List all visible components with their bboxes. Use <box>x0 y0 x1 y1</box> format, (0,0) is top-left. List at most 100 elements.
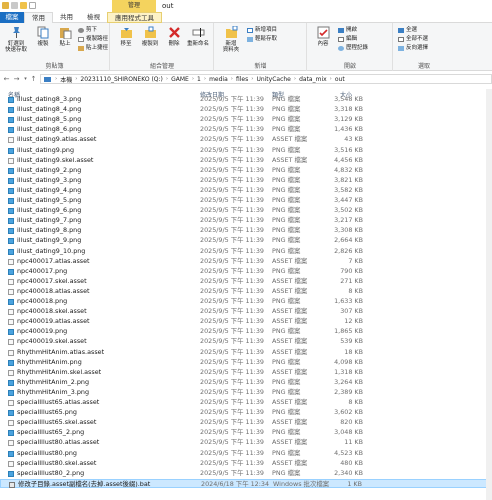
file-row[interactable]: illust_dating9_9.png 2025/9/5 下午 11:39 PNG… <box>0 236 492 245</box>
file-row[interactable]: npc400019.skel.asset 2025/9/5 下午 11:39 ASS… <box>0 337 492 346</box>
file-row[interactable]: specialIllust80.png 2025/9/5 下午 11:39 PNG … <box>0 449 492 458</box>
delete-button[interactable]: 刪除 <box>161 26 187 47</box>
file-row[interactable]: illust_dating9.atlas.asset 2025/9/5 下午 11… <box>0 135 492 144</box>
file-row[interactable]: illust_dating9_5.png 2025/9/5 下午 11:39 PNG… <box>0 196 492 205</box>
tab-view[interactable]: 檢視 <box>80 12 107 23</box>
up-arrow-icon[interactable]: ↑ <box>29 74 38 84</box>
file-size: 3,602 KB <box>334 408 363 417</box>
file-row[interactable]: specialIllust80.skel.asset 2025/9/5 下午 11… <box>0 459 492 468</box>
breadcrumb-this-pc[interactable]: 本機 <box>58 75 74 84</box>
move-to-button[interactable]: 移至 <box>113 26 139 47</box>
file-row[interactable]: illust_dating9_3.png 2025/9/5 下午 11:39 PNG… <box>0 176 492 185</box>
pin-quick-access-button[interactable]: 釘選到 快速存取 <box>2 26 30 53</box>
breadcrumb-out[interactable]: out <box>333 76 347 83</box>
copy-to-button[interactable]: 複製到 <box>137 26 163 47</box>
breadcrumb-game[interactable]: GAME <box>169 76 191 83</box>
file-date: 2025/9/5 下午 11:39 <box>200 297 264 305</box>
file-type: ASSET 檔案 <box>272 155 308 164</box>
tab-file[interactable]: 檔案 <box>0 12 24 23</box>
properties-button[interactable]: 內容 <box>310 26 336 47</box>
file-date: 2025/9/5 下午 11:39 <box>200 155 264 164</box>
file-row[interactable]: npc400019.png 2025/9/5 下午 11:39 PNG 檔案 1,86… <box>0 327 492 336</box>
file-size: 4,456 KB <box>334 155 363 164</box>
file-row[interactable]: RhythmHitAnim_2.png 2025/9/5 下午 11:39 PNG … <box>0 378 492 387</box>
file-row[interactable]: RhythmHitAnim.skel.asset 2025/9/5 下午 11:3… <box>0 368 492 377</box>
properties-quick-icon[interactable] <box>11 2 18 9</box>
quick-access-icon[interactable] <box>2 2 9 9</box>
select-none-button[interactable]: 全部不選 <box>398 36 428 43</box>
new-item-button[interactable]: 新增項目 <box>247 27 277 34</box>
copy-path-button[interactable]: 複製路徑 <box>78 36 108 43</box>
file-size: 8 KB <box>348 286 363 295</box>
open-button[interactable]: 開啟 <box>338 27 357 34</box>
select-all-button[interactable]: 全選 <box>398 27 417 34</box>
dropdown-quick-icon[interactable] <box>29 2 36 9</box>
file-name: illust_dating8_6.png <box>17 125 82 134</box>
file-type: PNG 檔案 <box>272 226 301 235</box>
file-row[interactable]: illust_dating8_3.png 2025/9/5 下午 11:39 PNG… <box>0 95 492 104</box>
pin-icon <box>10 26 23 39</box>
file-row[interactable]: npc400017.atlas.asset 2025/9/5 下午 11:39 AS… <box>0 257 492 266</box>
back-arrow-icon[interactable]: ← <box>2 74 11 84</box>
folder-quick-icon[interactable] <box>20 2 27 9</box>
file-date: 2025/9/5 下午 11:39 <box>200 165 264 174</box>
paste-shortcut-button[interactable]: 貼上捷徑 <box>78 45 108 52</box>
context-tab-manage[interactable]: 管理 <box>112 0 156 12</box>
ribbon-tabs: 檔案 常用 共用 檢視 應用程式工具 <box>0 12 492 24</box>
file-row[interactable]: illust_dating9.skel.asset 2025/9/5 下午 11:… <box>0 156 492 165</box>
properties-check-icon <box>317 26 330 39</box>
easy-access-button[interactable]: 輕鬆存取 <box>247 36 277 43</box>
file-row[interactable]: npc400017.skel.asset 2025/9/5 下午 11:39 ASS… <box>0 277 492 286</box>
cut-button[interactable]: 剪下 <box>78 27 97 34</box>
quick-access-toolbar <box>2 2 36 9</box>
file-row[interactable]: RhythmHitAnim_3.png 2025/9/5 下午 11:39 PNG … <box>0 388 492 397</box>
file-row[interactable]: RhythmHitAnim.png 2025/9/5 下午 11:39 PNG 檔案… <box>0 358 492 367</box>
forward-arrow-icon[interactable]: → <box>12 74 21 84</box>
breadcrumb-drive[interactable]: 20231110_SHIRONEKO (Q:) <box>78 76 164 83</box>
file-row[interactable]: illust_dating8_5.png 2025/9/5 下午 11:39 PNG… <box>0 115 492 124</box>
vertical-scrollbar[interactable] <box>486 89 492 500</box>
file-row[interactable]: specialIllust65.atlas.asset 2025/9/5 下午 1… <box>0 398 492 407</box>
open-icon <box>338 28 344 33</box>
file-row[interactable]: npc400018.png 2025/9/5 下午 11:39 PNG 檔案 1,63… <box>0 297 492 306</box>
file-row[interactable]: npc400019.atlas.asset 2025/9/5 下午 11:39 AS… <box>0 317 492 326</box>
file-name: npc400017.skel.asset <box>17 276 87 285</box>
edit-button[interactable]: 編輯 <box>338 36 357 43</box>
breadcrumb-media[interactable]: media <box>207 76 230 83</box>
new-folder-button[interactable]: 新增 資料夾 <box>218 25 244 53</box>
file-row[interactable]: illust_dating8_6.png 2025/9/5 下午 11:39 PNG… <box>0 125 492 134</box>
rename-label: 重新命名 <box>186 41 209 47</box>
tab-application-tools[interactable]: 應用程式工具 <box>107 12 162 23</box>
address-bar[interactable]: › 本機 › 20231110_SHIRONEKO (Q:) › GAME › … <box>40 74 492 84</box>
rename-button[interactable]: 重新命名 <box>185 26 211 47</box>
file-row[interactable]: illust_dating9.png 2025/9/5 下午 11:39 PNG 檔… <box>0 146 492 155</box>
file-row[interactable]: illust_dating9_6.png 2025/9/5 下午 11:39 PNG… <box>0 206 492 215</box>
file-row[interactable]: illust_dating9_4.png 2025/9/5 下午 11:39 PNG… <box>0 186 492 195</box>
tab-share[interactable]: 共用 <box>53 12 80 23</box>
file-row[interactable]: 修改子目錄.asset副檔名(去掉.asset後綴).bat 2024/6/18 … <box>0 478 492 489</box>
breadcrumb-unitycache[interactable]: UnityCache <box>254 76 292 83</box>
file-name: npc400018.skel.asset <box>17 307 87 316</box>
history-button[interactable]: 歷程記錄 <box>338 45 368 52</box>
paste-button[interactable]: 貼上 <box>52 26 78 47</box>
breadcrumb-1[interactable]: 1 <box>195 76 203 83</box>
png-file-icon <box>8 167 14 174</box>
breadcrumb-files[interactable]: files <box>234 76 250 83</box>
file-row[interactable]: illust_dating9_2.png 2025/9/5 下午 11:39 PNG… <box>0 166 492 175</box>
file-row[interactable]: illust_dating8_4.png 2025/9/5 下午 11:39 PNG… <box>0 105 492 114</box>
file-row[interactable]: specialIllust65_2.png 2025/9/5 下午 11:39 PN… <box>0 428 492 437</box>
invert-selection-button[interactable]: 反向選擇 <box>398 45 428 52</box>
file-row[interactable]: npc400018.skel.asset 2025/9/5 下午 11:39 ASS… <box>0 307 492 316</box>
breadcrumb-data-mix[interactable]: data_mix <box>297 76 329 83</box>
file-row[interactable]: illust_dating9_7.png 2025/9/5 下午 11:39 PNG… <box>0 216 492 225</box>
file-row[interactable]: specialIllust80.atlas.asset 2025/9/5 下午 1… <box>0 438 492 447</box>
file-row[interactable]: RhythmHitAnim.atlas.asset 2025/9/5 下午 11:… <box>0 348 492 357</box>
file-row[interactable]: specialIllust80_2.png 2025/9/5 下午 11:39 PN… <box>0 469 492 478</box>
file-row[interactable]: illust_dating9_8.png 2025/9/5 下午 11:39 PNG… <box>0 226 492 235</box>
edit-icon <box>338 37 344 42</box>
file-row[interactable]: illust_dating9_10.png 2025/9/5 下午 11:39 PN… <box>0 247 492 256</box>
file-row[interactable]: npc400017.png 2025/9/5 下午 11:39 PNG 檔案 790 … <box>0 267 492 276</box>
file-row[interactable]: specialIllust65.png 2025/9/5 下午 11:39 PNG … <box>0 408 492 417</box>
file-row[interactable]: specialIllust65.skel.asset 2025/9/5 下午 11… <box>0 418 492 427</box>
file-row[interactable]: npc400018.atlas.asset 2025/9/5 下午 11:39 AS… <box>0 287 492 296</box>
